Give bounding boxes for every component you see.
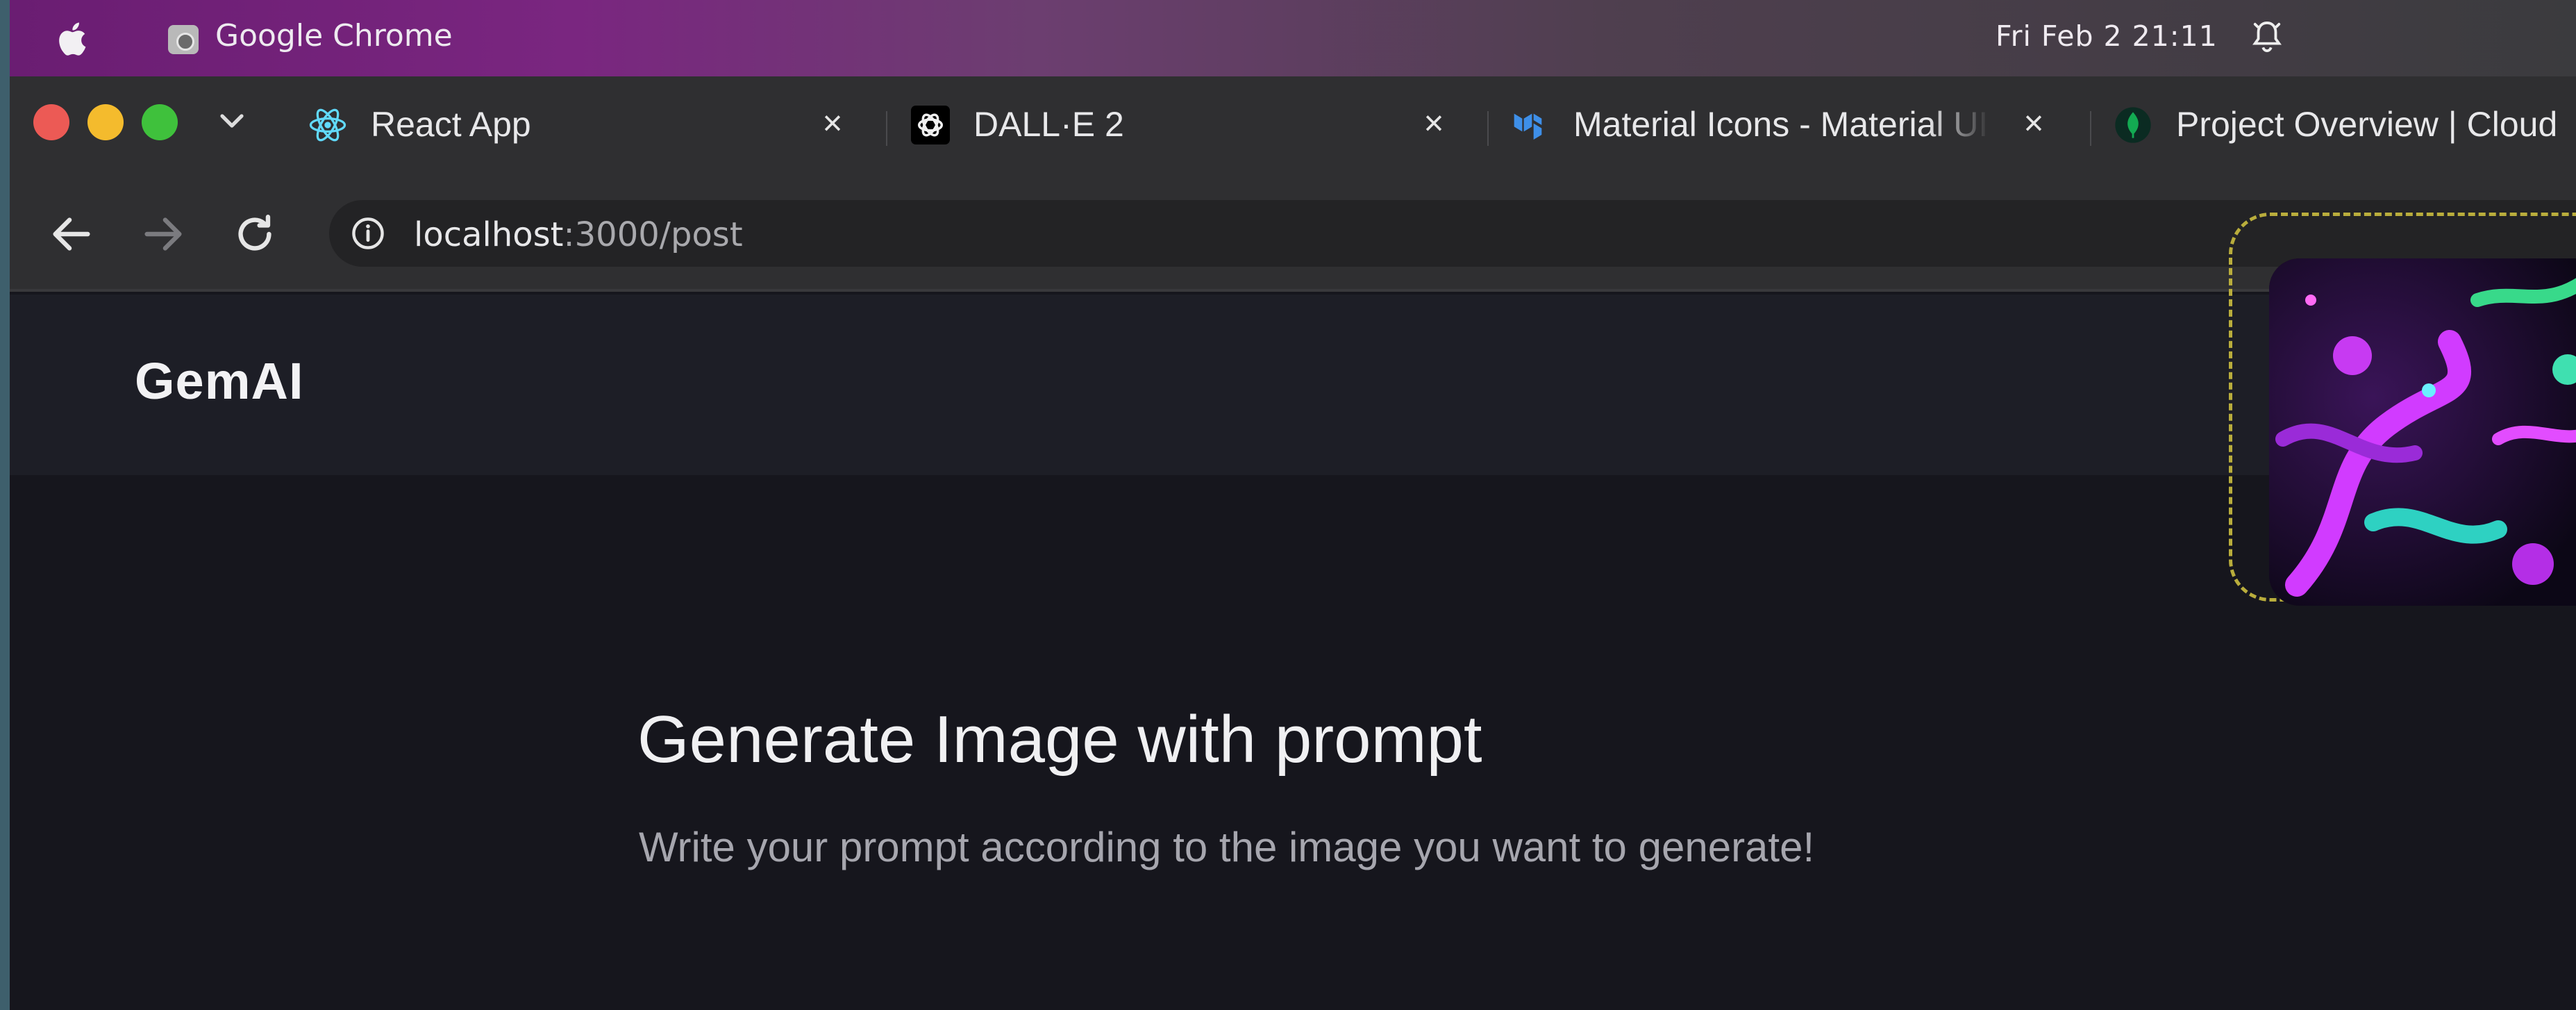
url-host: localhost xyxy=(414,215,564,254)
page-subtitle: Write your prompt according to the image… xyxy=(639,824,1815,870)
window-minimize-button[interactable] xyxy=(87,104,124,140)
mui-icon xyxy=(1514,113,1542,140)
tab-divider xyxy=(1487,111,1489,146)
url-text[interactable]: localhost:3000/post xyxy=(414,215,743,254)
tab-project-overview[interactable]: Project Overview | Cloud xyxy=(2114,90,2576,160)
browser-toolbar: localhost:3000/post xyxy=(10,174,2576,292)
tab-title: Material Icons - Material UI xyxy=(1573,105,1989,144)
tab-divider xyxy=(886,111,887,146)
apple-icon[interactable] xyxy=(54,18,94,60)
mongodb-leaf-icon xyxy=(2115,107,2151,143)
active-app-name[interactable]: Google Chrome xyxy=(215,18,453,53)
openai-icon xyxy=(911,106,950,144)
site-info-icon[interactable] xyxy=(350,215,386,251)
chrome-app-icon xyxy=(168,25,199,54)
window-maximize-button[interactable] xyxy=(142,104,178,140)
tab-title: React App xyxy=(371,105,531,144)
tab-close-button[interactable]: × xyxy=(2016,103,2051,144)
tab-divider xyxy=(2090,111,2091,146)
site-navbar: GemAI xyxy=(10,295,2576,475)
forward-arrow-icon[interactable] xyxy=(139,210,187,258)
tab-title: Project Overview | Cloud xyxy=(2176,105,2558,144)
react-icon xyxy=(309,108,346,142)
tab-material-icons[interactable]: Material Icons - Material UI × xyxy=(1511,90,2066,160)
tab-dalle[interactable]: DALL·E 2 × xyxy=(911,90,1466,160)
tab-react-app[interactable]: React App × xyxy=(308,90,864,160)
os-top-bar: Google Chrome Fri Feb 2 21:11 xyxy=(10,0,2576,76)
clock[interactable]: Fri Feb 2 21:11 xyxy=(1996,19,2218,53)
tab-close-button[interactable]: × xyxy=(1416,103,1451,144)
window-close-button[interactable] xyxy=(33,104,69,140)
tab-close-button[interactable]: × xyxy=(815,103,850,144)
notification-bell-icon[interactable] xyxy=(2251,18,2283,57)
brand-logo[interactable]: GemAI xyxy=(135,351,304,411)
back-arrow-icon[interactable] xyxy=(47,210,96,258)
create-post-section: Generate Image with prompt Write your pr… xyxy=(10,475,2576,1010)
tab-title: DALL·E 2 xyxy=(973,105,1124,144)
tab-strip: React App × DALL·E 2 × Material Icons - … xyxy=(10,76,2576,174)
generated-image-preview xyxy=(2269,258,2576,606)
chevron-down-icon[interactable] xyxy=(218,111,246,132)
screen: Google Chrome Fri Feb 2 21:11 React App … xyxy=(10,0,2576,1010)
page-title: Generate Image with prompt xyxy=(637,702,1482,777)
generated-image-art xyxy=(2269,258,2576,606)
url-path: :3000/post xyxy=(563,215,743,254)
reload-icon[interactable] xyxy=(231,210,279,258)
